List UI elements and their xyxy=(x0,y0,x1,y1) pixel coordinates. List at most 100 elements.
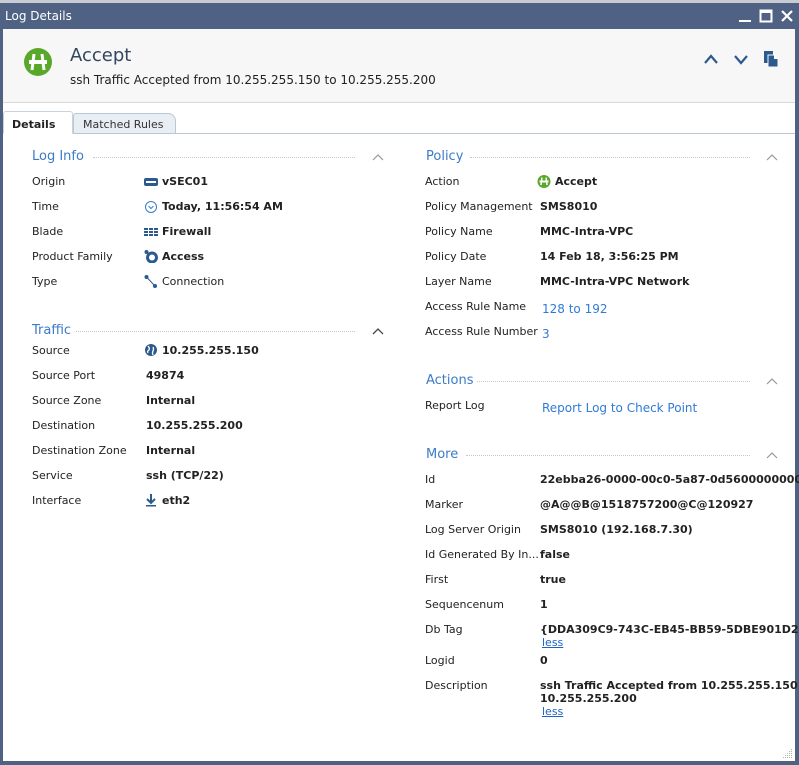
field-label: Product Family xyxy=(32,250,113,263)
resize-grip-icon[interactable] xyxy=(783,749,793,759)
divider xyxy=(470,157,750,158)
id-value: 22ebba26-0000-00c0-5a87-0d5600000000 xyxy=(540,473,799,486)
field-label: Description xyxy=(425,679,488,692)
source-zone-value: Internal xyxy=(146,394,196,407)
field-label: Id Generated By In... xyxy=(425,548,539,561)
policy-name-value: MMC-Intra-VPC xyxy=(540,225,634,238)
collapse-actions-icon[interactable] xyxy=(766,377,778,385)
divider xyxy=(76,331,355,332)
field-label: Id xyxy=(425,473,436,486)
field-label: Destination xyxy=(32,419,96,432)
destination-zone-value: Internal xyxy=(146,444,196,457)
source-value: 10.255.255.150 xyxy=(144,343,259,357)
accept-road-icon xyxy=(537,175,551,188)
type-value: Connection xyxy=(144,274,224,288)
collapse-policy-icon[interactable] xyxy=(766,153,778,161)
field-label: Access Rule Name xyxy=(425,300,527,313)
field-label: Layer Name xyxy=(425,275,492,288)
origin-text[interactable]: vSEC01 xyxy=(162,175,208,188)
policy-date-value: 14 Feb 18, 3:56:25 PM xyxy=(540,250,679,263)
source-port-value: 49874 xyxy=(146,369,185,382)
interface-value: eth2 xyxy=(144,493,190,507)
db-tag-less-link[interactable]: less xyxy=(542,636,563,649)
close-icon[interactable] xyxy=(779,8,795,24)
clock-icon xyxy=(145,201,157,213)
copy-icon[interactable] xyxy=(763,50,779,68)
product-family-value: Access xyxy=(144,249,204,263)
minimize-icon[interactable] xyxy=(737,8,753,24)
field-label: Origin xyxy=(32,175,66,188)
db-tag-value: {DDA309C9-743C-EB45-BB59-5DBE901D2463} xyxy=(540,623,799,636)
time-text: Today, 11:56:54 AM xyxy=(162,199,283,213)
field-label: Source Zone xyxy=(32,394,102,407)
log-details-window: Accept ssh Traffic Accepted from 10.255.… xyxy=(3,29,799,761)
firewall-icon xyxy=(144,228,158,236)
marker-value: @A@@B@1518757200@C@120927 xyxy=(540,498,754,511)
source-text[interactable]: 10.255.255.150 xyxy=(162,344,259,357)
field-label: Interface xyxy=(32,494,82,507)
blade-text[interactable]: Firewall xyxy=(162,225,211,238)
sequencenum-value: 1 xyxy=(540,598,548,611)
first-value: true xyxy=(540,573,566,586)
logid-value: 0 xyxy=(540,654,548,667)
tab-bar: Details Matched Rules xyxy=(3,111,795,134)
field-label: Db Tag xyxy=(425,623,463,636)
previous-log-button[interactable] xyxy=(703,52,719,66)
service-value: ssh (TCP/22) xyxy=(146,469,224,482)
access-rule-name-link[interactable]: 128 to 192 xyxy=(542,302,607,316)
window-title: Log Details xyxy=(5,9,72,23)
window-titlebar[interactable]: Log Details xyxy=(0,3,799,29)
origin-value: vSEC01 xyxy=(144,174,208,188)
collapse-log-info-icon[interactable] xyxy=(372,153,384,161)
type-text: Connection xyxy=(162,274,225,288)
field-label: Log Server Origin xyxy=(425,523,521,536)
description-value-line1: ssh Traffic Accepted from 10.255.255.150… xyxy=(540,679,799,692)
divider xyxy=(93,157,355,158)
collapse-more-icon[interactable] xyxy=(766,451,778,459)
access-icon xyxy=(144,250,158,263)
accept-road-icon xyxy=(24,48,52,76)
log-server-origin-value: SMS8010 (192.168.7.30) xyxy=(540,523,693,536)
time-value: Today, 11:56:54 AM xyxy=(144,199,283,213)
field-label: Action xyxy=(425,175,460,188)
log-action-title: Accept xyxy=(70,45,132,66)
divider xyxy=(466,455,750,456)
field-label: Source xyxy=(32,344,70,357)
field-label: Destination Zone xyxy=(32,444,127,457)
field-label: Policy Name xyxy=(425,225,493,238)
field-label: Sequencenum xyxy=(425,598,504,611)
field-label: Marker xyxy=(425,498,464,511)
id-generated-value: false xyxy=(540,548,570,561)
connection-icon xyxy=(144,275,157,288)
section-more-title: More xyxy=(426,447,459,462)
action-text: Accept xyxy=(555,174,598,188)
section-log-info-title: Log Info xyxy=(32,149,84,164)
inbound-arrow-icon xyxy=(146,494,156,507)
tab-matched-rules[interactable]: Matched Rules xyxy=(73,113,176,133)
maximize-icon[interactable] xyxy=(758,8,774,24)
next-log-button[interactable] xyxy=(733,52,749,66)
field-label: Blade xyxy=(32,225,64,238)
field-label: Time xyxy=(32,200,59,213)
field-label: Policy Date xyxy=(425,250,487,263)
field-label: Source Port xyxy=(32,369,96,382)
log-header: Accept ssh Traffic Accepted from 10.255.… xyxy=(3,29,795,103)
section-actions-title: Actions xyxy=(426,373,474,388)
product-family-text: Access xyxy=(162,249,205,263)
field-label: Service xyxy=(32,469,73,482)
field-label: Policy Management xyxy=(425,200,533,213)
field-label: Type xyxy=(32,275,58,288)
section-policy-title: Policy xyxy=(426,149,464,164)
description-less-link[interactable]: less xyxy=(542,705,563,718)
gateway-icon xyxy=(144,178,158,186)
field-label: Report Log xyxy=(425,399,485,412)
field-label: First xyxy=(425,573,449,586)
report-log-link[interactable]: Report Log to Check Point xyxy=(542,401,697,415)
access-rule-number-link[interactable]: 3 xyxy=(542,327,550,341)
destination-value[interactable]: 10.255.255.200 xyxy=(146,419,243,432)
interface-text: eth2 xyxy=(162,493,191,507)
collapse-traffic-icon[interactable] xyxy=(372,327,384,335)
policy-management-value: SMS8010 xyxy=(540,200,598,213)
globe-icon xyxy=(145,344,157,356)
tab-details[interactable]: Details xyxy=(3,111,73,134)
